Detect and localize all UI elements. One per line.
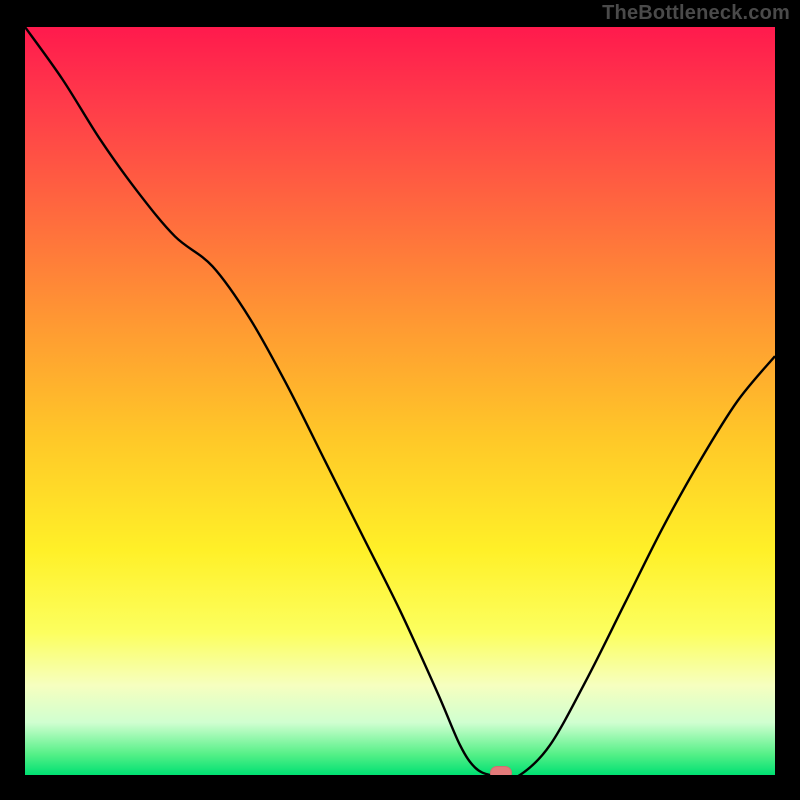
chart-frame: TheBottleneck.com [0, 0, 800, 800]
plot-area [25, 27, 775, 775]
optimal-marker [490, 766, 512, 775]
bottleneck-curve [25, 27, 775, 775]
curve-line [25, 27, 775, 775]
attribution-text: TheBottleneck.com [602, 2, 790, 25]
